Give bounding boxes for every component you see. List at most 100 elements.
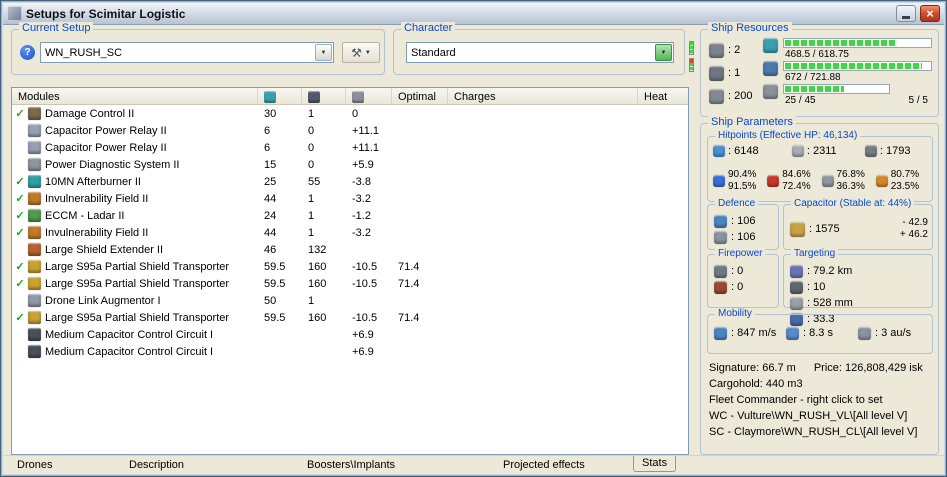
module-cpu-value: 24 xyxy=(264,209,277,222)
fleet-commander-text[interactable]: Fleet Commander - right click to set xyxy=(709,394,923,410)
powergrid-bar xyxy=(783,61,932,71)
shield-resist-value: 80.7% xyxy=(890,169,920,180)
module-powergrid-value: 0 xyxy=(308,141,315,154)
module-icon xyxy=(28,107,41,120)
module-row[interactable]: ✓ Capacitor Power Relay II 6 0 +11.1 xyxy=(12,122,688,139)
setup-combobox-arrow-icon[interactable]: ▼ xyxy=(315,44,332,61)
mobility-stat-value: : 8.3 s xyxy=(803,327,833,339)
hardpoint-counters: : 2 : 1 : 200 xyxy=(709,42,752,111)
ship-parameters-title: Ship Parameters xyxy=(708,116,796,128)
module-cpu-value: 6 xyxy=(264,141,271,154)
module-icon xyxy=(28,226,41,239)
capacitor-icon xyxy=(790,221,805,237)
module-cpu-value: 6 xyxy=(264,124,271,137)
setup-combobox-value: WN_RUSH_SC xyxy=(45,46,123,59)
module-icon xyxy=(28,209,41,222)
hitpoint-pool: : 6148 xyxy=(713,145,792,157)
module-name: ECCM - Ladar II xyxy=(45,209,125,222)
character-combobox[interactable]: Standard ▼ xyxy=(406,42,674,63)
hitpoint-pool-value: : 6148 xyxy=(728,145,759,157)
dronebay-icon xyxy=(763,84,778,99)
module-active-check-icon: ✓ xyxy=(15,108,25,120)
module-row[interactable]: ✓ Large Shield Extender II 46 132 xyxy=(12,241,688,258)
armor-resist-value: 72.4% xyxy=(782,181,811,192)
setup-combobox[interactable]: WN_RUSH_SC ▼ xyxy=(40,42,334,63)
mobility-stat: : 8.3 s xyxy=(786,325,858,341)
module-cpu-value: 44 xyxy=(264,192,277,205)
module-row[interactable]: ✓ ECCM - Ladar II 24 1 -1.2 xyxy=(12,207,688,224)
defence-group: Defence : 106 : 106 xyxy=(707,198,779,250)
module-icon xyxy=(28,311,41,324)
hitpoints-group: Hitpoints (Effective HP: 46,134) : 6148 … xyxy=(707,130,933,202)
footer-tab[interactable]: Drones xyxy=(11,459,58,471)
module-row[interactable]: ✓ Large S95a Partial Shield Transporter … xyxy=(12,258,688,275)
module-active-check-icon: ✓ xyxy=(15,261,25,273)
targeting-stat-value: : 79.2 km xyxy=(807,265,853,277)
module-capacitor-value: -10.5 xyxy=(352,260,378,273)
module-active-check-icon: ✓ xyxy=(15,193,25,205)
module-row[interactable]: ✓ Invulnerability Field II 44 1 -3.2 xyxy=(12,190,688,207)
help-icon[interactable]: ? xyxy=(20,45,35,60)
defence-stat-value: : 106 xyxy=(731,215,756,227)
module-row[interactable]: ✓ Capacitor Power Relay II 6 0 +11.1 xyxy=(12,139,688,156)
module-row[interactable]: ✓ Large S95a Partial Shield Transporter … xyxy=(12,275,688,292)
hitpoint-pools: : 6148 : 2311 : 1793 xyxy=(713,145,930,157)
setup-tools-button[interactable]: ⚒ ▼ xyxy=(342,42,380,63)
footer-tab[interactable]: Description xyxy=(123,459,190,471)
shield-resist-value: 84.6% xyxy=(782,169,811,180)
module-row[interactable]: ✓ Invulnerability Field II 44 1 -3.2 xyxy=(12,224,688,241)
cpu-column-icon xyxy=(264,91,276,103)
capacitor-group: Capacitor (Stable at: 44%) : 1575 - 42.9… xyxy=(783,198,933,250)
footer-tab[interactable]: Stats xyxy=(633,456,677,472)
titlebar[interactable]: Setups for Scimitar Logistic × xyxy=(3,3,944,25)
module-name: 10MN Afterburner II xyxy=(45,175,141,188)
resistance-icon xyxy=(875,175,888,187)
module-row[interactable]: ✓ Power Diagnostic System II 15 0 +5.9 xyxy=(12,156,688,173)
powergrid-column-icon xyxy=(308,91,320,103)
module-row[interactable]: ✓ Large S95a Partial Shield Transporter … xyxy=(12,309,688,326)
module-row[interactable]: ✓ Medium Capacitor Control Circuit I +6.… xyxy=(12,343,688,360)
module-powergrid-value: 1 xyxy=(308,226,315,239)
powergrid-gauge: 672 / 721.88 xyxy=(763,61,932,83)
module-row[interactable]: ✓ Damage Control II 30 1 0 xyxy=(12,105,688,122)
module-row[interactable]: ✓ Medium Capacitor Control Circuit I +6.… xyxy=(12,326,688,343)
module-cpu-value: 59.5 xyxy=(264,260,286,273)
mobility-stat-value: : 847 m/s xyxy=(731,327,777,339)
armor-resist-value: 91.5% xyxy=(728,181,757,192)
ship-resources-group: Ship Resources : 2 : 1 : 200 468.5 / 618… xyxy=(700,22,939,117)
module-capacitor-value: +6.9 xyxy=(352,345,374,358)
module-name: Drone Link Augmentor I xyxy=(45,294,161,307)
module-row[interactable]: ✓ Drone Link Augmentor I 50 1 xyxy=(12,292,688,309)
module-active-check-icon: ✓ xyxy=(15,312,25,324)
targeting-stat-value: : 528 mm xyxy=(807,297,853,309)
modules-column-header: Modules xyxy=(12,88,258,104)
footer-tab[interactable]: Boosters\Implants xyxy=(301,459,401,471)
slot-icon xyxy=(709,88,724,104)
shield-resist-value: 90.4% xyxy=(728,169,757,180)
module-name: Large Shield Extender II xyxy=(45,243,164,256)
module-icon xyxy=(28,243,41,256)
minimize-button[interactable] xyxy=(896,5,916,22)
close-button[interactable]: × xyxy=(920,5,940,22)
module-cpu-value: 46 xyxy=(264,243,277,256)
defence-title: Defence xyxy=(715,198,759,209)
module-name: Large S95a Partial Shield Transporter xyxy=(45,260,230,273)
module-powergrid-value: 160 xyxy=(308,277,327,290)
powergrid-indicator-bar xyxy=(689,58,694,72)
character-combobox-arrow-icon[interactable]: ▼ xyxy=(655,44,672,61)
resistance-icon xyxy=(821,175,834,187)
armor-resist-value: 36.3% xyxy=(836,181,865,192)
firepower-stat-icon xyxy=(714,264,727,278)
slot-icon xyxy=(709,42,724,58)
module-capacitor-value: +11.1 xyxy=(352,124,380,137)
module-icon xyxy=(28,124,41,137)
module-icon xyxy=(28,345,41,358)
dronebay-gauge: 25 / 45 5 / 5 xyxy=(763,84,932,106)
module-row[interactable]: ✓ 10MN Afterburner II 25 55 -3.8 xyxy=(12,173,688,190)
defence-stat-icon xyxy=(714,230,727,244)
module-name: Medium Capacitor Control Circuit I xyxy=(45,328,214,341)
hitpoint-pool-value: : 2311 xyxy=(806,145,837,157)
modules-table-body: ✓ Damage Control II 30 1 0 ✓ Capacitor P… xyxy=(12,105,688,360)
module-powergrid-value: 0 xyxy=(308,158,315,171)
footer-tab[interactable]: Projected effects xyxy=(497,459,591,471)
